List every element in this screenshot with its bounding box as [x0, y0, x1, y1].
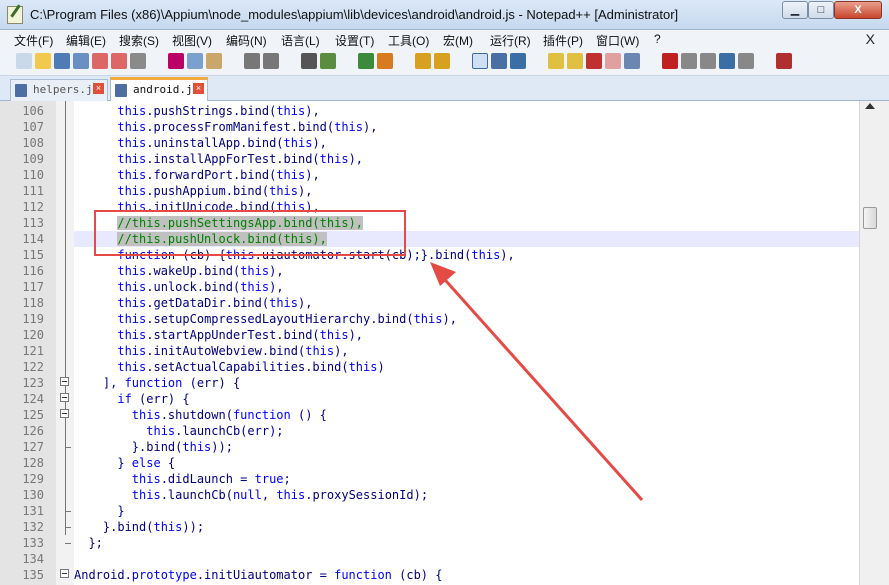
annotation-arrow [430, 262, 644, 502]
arrow-shaft [436, 270, 644, 502]
arrow-head [430, 262, 456, 286]
